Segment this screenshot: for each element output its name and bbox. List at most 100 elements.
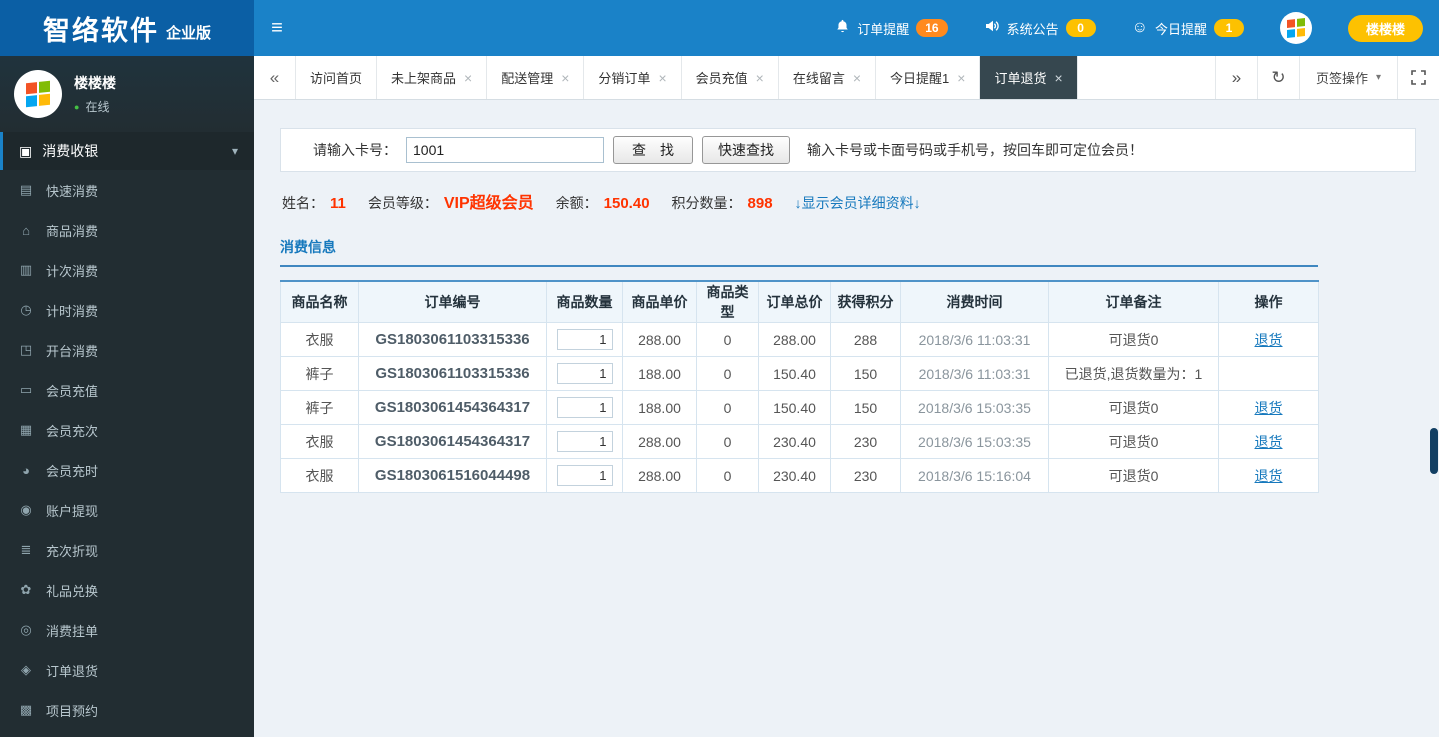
sidebar-menu-item[interactable]: ◕ 会员充时: [0, 450, 254, 490]
tab-operations-label: 页签操作: [1315, 71, 1368, 86]
sidebar-menu-item[interactable]: ▤ 快速消费: [0, 170, 254, 210]
sidebar-menu-item[interactable]: ▭ 会员充值: [0, 370, 254, 410]
column-header: 订单总价: [758, 280, 831, 323]
member-level-value: VIP超级会员: [443, 195, 534, 212]
order-note-cell: 可退货0: [1048, 390, 1219, 425]
sidebar-menu-item[interactable]: ▦ 会员充次: [0, 410, 254, 450]
quantity-input[interactable]: [556, 431, 613, 452]
sidebar-menu-item[interactable]: ◷ 计时消费: [0, 290, 254, 330]
tab[interactable]: 在线留言 ×: [779, 56, 877, 99]
online-dot-icon: ●: [74, 101, 80, 112]
sidebar-menu-item[interactable]: ✿ 礼品兑换: [0, 570, 254, 610]
quantity-cell: [546, 322, 623, 357]
tabs-scroll-right-button[interactable]: »: [1214, 56, 1257, 99]
column-header: 订单备注: [1048, 280, 1219, 323]
tab-close-icon[interactable]: ×: [957, 71, 965, 85]
tab-label: 会员充值: [695, 71, 748, 86]
profile-name: 楼楼楼: [74, 75, 116, 91]
quick-find-button[interactable]: 快速查找: [702, 136, 790, 164]
sidebar-menu-item[interactable]: ◉ 账户提现: [0, 490, 254, 530]
menu-item-icon: ▥: [19, 262, 33, 277]
tab-close-icon[interactable]: ×: [561, 71, 569, 85]
return-goods-link[interactable]: 退货: [1255, 400, 1283, 416]
tab-label: 未上架商品: [391, 71, 457, 86]
product-type-cell: 0: [696, 390, 759, 425]
unit-price-cell: 288.00: [622, 322, 697, 357]
points-earned-cell: 230: [830, 424, 901, 459]
sidebar-section-label: 消费收银: [42, 143, 99, 159]
find-button[interactable]: 查 找: [613, 136, 693, 164]
today-reminder-button[interactable]: ☺ 今日提醒 1: [1132, 19, 1244, 38]
quantity-input[interactable]: [556, 363, 613, 384]
caret-down-icon: ▾: [1375, 72, 1381, 83]
sidebar-menu-item[interactable]: ◎ 消费挂单: [0, 610, 254, 650]
tab[interactable]: 会员充值 ×: [682, 56, 779, 99]
return-goods-link[interactable]: 退货: [1255, 468, 1283, 484]
current-user-badge[interactable]: 楼楼楼: [1347, 14, 1423, 42]
order-row: 裤子 GS1803061454364317 188.00 0 150.40 15…: [280, 390, 1319, 425]
sidebar-menu: ▤ 快速消费 ⌂ 商品消费 ▥ 计次消费 ◷ 计时消费 ◳ 开台消费 ▭ 会员充…: [0, 170, 254, 737]
column-header: 获得积分: [830, 280, 901, 323]
member-points-label: 积分数量：: [671, 195, 742, 211]
tab[interactable]: 订单退货 ×: [980, 56, 1078, 99]
member-balance-label: 余额：: [555, 195, 598, 211]
tab[interactable]: 访问首页 ×: [296, 56, 378, 99]
tab[interactable]: 配送管理 ×: [487, 56, 585, 99]
today-reminder-label: 今日提醒: [1154, 21, 1207, 37]
order-number-cell: GS1803061516044498: [358, 458, 547, 493]
product-name-cell: 裤子: [280, 356, 359, 391]
menu-item-icon: ◳: [19, 342, 33, 357]
tab-close-icon[interactable]: ×: [853, 71, 861, 85]
product-name-cell: 衣服: [280, 322, 359, 357]
system-notice-button[interactable]: 系统公告 0: [984, 18, 1096, 38]
quantity-input[interactable]: [556, 329, 613, 350]
tab[interactable]: 未上架商品 ×: [377, 56, 488, 99]
fullscreen-icon[interactable]: [1397, 56, 1439, 99]
orders-table-header-row: 商品名称 订单编号 商品数量 商品单价 商品类型 订单总价 获得积分 消费时间 …: [280, 280, 1319, 323]
sidebar-menu-item[interactable]: ▭ 会员管理: [0, 730, 254, 737]
vertical-scrollbar-thumb[interactable]: [1430, 428, 1438, 474]
tab-tools: » ↻ 页签操作 ▾: [1214, 56, 1439, 99]
action-cell: 退货: [1218, 390, 1319, 425]
tab[interactable]: 今日提醒1 ×: [876, 56, 981, 99]
sidebar-menu-item[interactable]: ▩ 项目预约: [0, 690, 254, 730]
quantity-input[interactable]: [556, 397, 613, 418]
column-header: 操作: [1218, 280, 1319, 323]
order-alerts-button[interactable]: 订单提醒 16: [835, 18, 948, 38]
sidebar-toggle-icon[interactable]: ≡: [254, 0, 300, 56]
tab-operations-dropdown[interactable]: 页签操作 ▾: [1298, 56, 1397, 99]
orders-section-title: 消费信息: [280, 239, 336, 255]
tab-close-icon[interactable]: ×: [464, 71, 472, 85]
card-number-input[interactable]: [406, 137, 604, 163]
menu-item-label: 计次消费: [46, 263, 99, 279]
sidebar-section-cashier[interactable]: ▣ 消费收银 ▾: [0, 132, 254, 170]
order-number-cell: GS1803061454364317: [358, 424, 547, 459]
show-member-detail-link[interactable]: ↓显示会员详细资料↓: [795, 193, 921, 213]
refresh-icon[interactable]: ↻: [1256, 56, 1299, 99]
tab[interactable]: 分销订单 ×: [584, 56, 682, 99]
sidebar-menu-item[interactable]: ≣ 充次折现: [0, 530, 254, 570]
tabs-scroll-left-button[interactable]: «: [254, 56, 296, 99]
column-header: 商品数量: [546, 280, 623, 323]
quantity-input[interactable]: [556, 465, 613, 486]
unit-price-cell: 188.00: [622, 390, 697, 425]
tab-close-icon[interactable]: ×: [1054, 71, 1062, 85]
tab-close-icon[interactable]: ×: [658, 71, 666, 85]
return-goods-link[interactable]: 退货: [1255, 434, 1283, 450]
tab-close-icon[interactable]: ×: [756, 71, 764, 85]
order-total-cell: 230.40: [758, 458, 831, 493]
sidebar-menu-item[interactable]: ▥ 计次消费: [0, 250, 254, 290]
return-goods-link[interactable]: 退货: [1255, 332, 1283, 348]
bell-icon: [835, 18, 850, 38]
order-total-cell: 150.40: [758, 390, 831, 425]
sidebar-menu-item[interactable]: ⌂ 商品消费: [0, 210, 254, 250]
order-note-cell: 可退货0: [1048, 424, 1219, 459]
sidebar-menu-item[interactable]: ◈ 订单退货: [0, 650, 254, 690]
purchase-time-cell: 2018/3/6 15:03:35: [900, 424, 1049, 459]
sidebar-menu-item[interactable]: ◳ 开台消费: [0, 330, 254, 370]
order-note-cell: 已退货,退货数量为：1: [1048, 356, 1219, 391]
profile-avatar: [14, 70, 62, 118]
menu-item-label: 账户提现: [46, 503, 99, 519]
user-avatar[interactable]: [1279, 12, 1312, 44]
online-status-label: 在线: [85, 100, 110, 114]
